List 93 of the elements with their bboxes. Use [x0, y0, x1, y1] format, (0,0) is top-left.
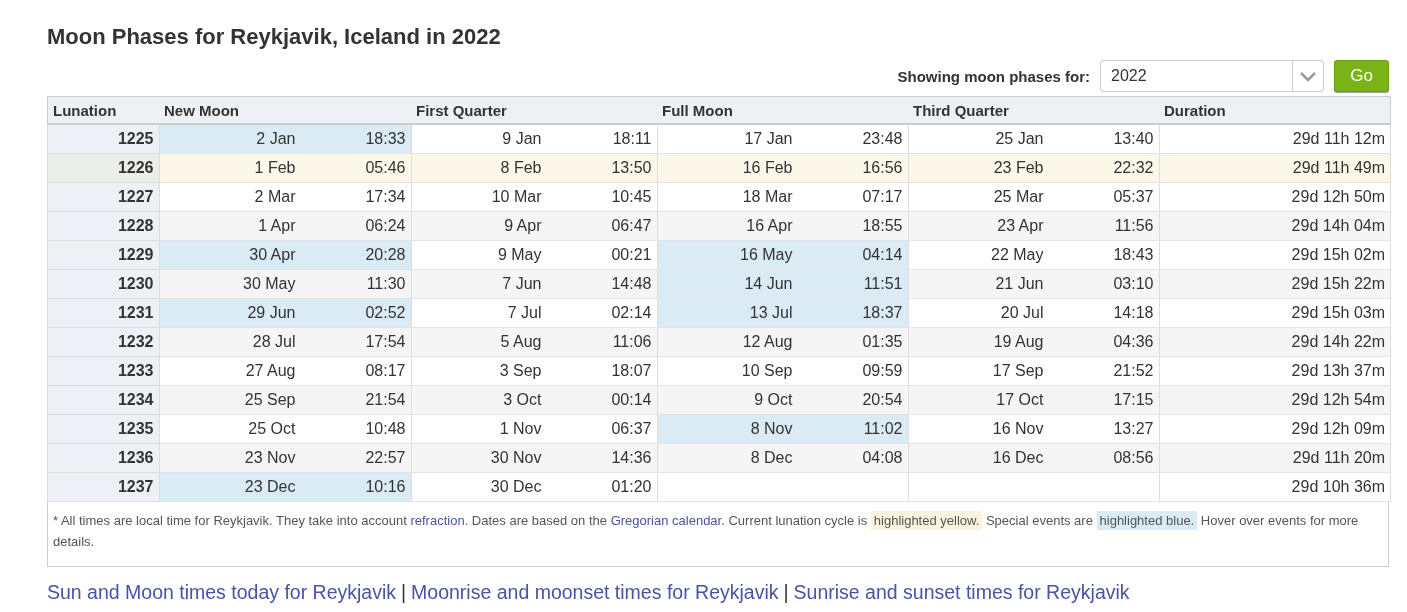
phase-cell: 5 Aug 11:06: [411, 327, 657, 357]
selector-label: Showing moon phases for:: [897, 67, 1090, 85]
phase-cell: 27 Aug 08:17: [159, 356, 411, 386]
phase-cell: 30 Dec 01:20: [411, 472, 657, 502]
column-header: Full Moon: [657, 96, 908, 124]
phase-cell: 1 Apr 06:24: [159, 211, 411, 241]
phase-cell: 16 Apr 18:55: [657, 211, 908, 241]
column-header: Third Quarter: [908, 96, 1159, 124]
phase-cell: 2 Jan 18:33: [159, 124, 411, 154]
phase-cell: 25 Sep 21:54: [159, 385, 411, 415]
phase-cell: 16 Dec 08:56: [908, 443, 1159, 473]
duration-cell: 29d 15h 02m: [1159, 240, 1391, 270]
lunation-cell: 1228: [47, 211, 159, 241]
phase-cell: 18 Mar 07:17: [657, 182, 908, 212]
lunation-cell: 1236: [47, 443, 159, 473]
lunation-cell: 1233: [47, 356, 159, 386]
related-link[interactable]: Moonrise and moonset times for Reykjavik: [411, 581, 779, 604]
phase-cell: 23 Apr 11:56: [908, 211, 1159, 241]
lunation-cell: 1225: [47, 124, 159, 154]
duration-cell: 29d 11h 12m: [1159, 124, 1391, 154]
phase-cell: 22 May 18:43: [908, 240, 1159, 270]
phase-cell: 8 Nov 11:02: [657, 414, 908, 444]
lunation-cell: 1234: [47, 385, 159, 415]
phase-cell: 7 Jun 14:48: [411, 269, 657, 299]
phase-cell: 30 May 11:30: [159, 269, 411, 299]
phase-cell: 1 Nov 06:37: [411, 414, 657, 444]
column-header: Lunation: [47, 96, 159, 124]
phase-cell: 23 Dec 10:16: [159, 472, 411, 502]
duration-cell: 29d 10h 36m: [1159, 472, 1391, 502]
duration-cell: 29d 12h 50m: [1159, 182, 1391, 212]
phase-cell: 9 Oct 20:54: [657, 385, 908, 415]
phase-cell: 12 Aug 01:35: [657, 327, 908, 357]
phase-cell: 25 Oct 10:48: [159, 414, 411, 444]
duration-cell: 29d 12h 09m: [1159, 414, 1391, 444]
footnote: * All times are local time for Reykjavik. They take into account refraction. Dates are based on the Gregorian calendar. Current lunation cycle is highlighted yellow. Special events are highlighted blue. Hover over events for more details.: [47, 502, 1389, 567]
column-header: First Quarter: [411, 96, 657, 124]
phase-cell: 17 Oct 17:15: [908, 385, 1159, 415]
phase-cell: 8 Dec 04:08: [657, 443, 908, 473]
phase-cell: 29 Jun 02:52: [159, 298, 411, 328]
phase-cell: 19 Aug 04:36: [908, 327, 1159, 357]
lunation-cell: 1227: [47, 182, 159, 212]
phase-cell: 21 Jun 03:10: [908, 269, 1159, 299]
column-header: New Moon: [159, 96, 411, 124]
link-separator: |: [783, 581, 789, 604]
phase-cell: 25 Mar 05:37: [908, 182, 1159, 212]
lunation-cell: 1229: [47, 240, 159, 270]
duration-cell: 29d 14h 04m: [1159, 211, 1391, 241]
phase-cell: 10 Sep 09:59: [657, 356, 908, 386]
phase-cell: 16 Feb 16:56: [657, 153, 908, 183]
phase-cell: 13 Jul 18:37: [657, 298, 908, 328]
duration-cell: 29d 14h 22m: [1159, 327, 1391, 357]
related-link[interactable]: Sunrise and sunset times for Reykjavik: [793, 581, 1130, 604]
lunation-cell: 1232: [47, 327, 159, 357]
phase-cell: 2 Mar 17:34: [159, 182, 411, 212]
duration-cell: 29d 13h 37m: [1159, 356, 1391, 386]
footnote-link[interactable]: refraction: [410, 513, 465, 528]
phase-cell: 30 Nov 14:36: [411, 443, 657, 473]
phase-cell: 9 May 00:21: [411, 240, 657, 270]
phase-cell: 7 Jul 02:14: [411, 298, 657, 328]
column-header: Duration: [1159, 96, 1391, 124]
duration-cell: 29d 11h 20m: [1159, 443, 1391, 473]
phase-cell: 23 Nov 22:57: [159, 443, 411, 473]
phase-cell: 3 Sep 18:07: [411, 356, 657, 386]
phase-cell: 10 Mar 10:45: [411, 182, 657, 212]
duration-cell: 29d 12h 54m: [1159, 385, 1391, 415]
duration-cell: 29d 15h 03m: [1159, 298, 1391, 328]
phase-cell: 9 Jan 18:11: [411, 124, 657, 154]
duration-cell: 29d 11h 49m: [1159, 153, 1391, 183]
lunation-cell: 1230: [47, 269, 159, 299]
duration-cell: 29d 15h 22m: [1159, 269, 1391, 299]
phase-cell: 23 Feb 22:32: [908, 153, 1159, 183]
phase-cell: 25 Jan 13:40: [908, 124, 1159, 154]
phase-cell: 30 Apr 20:28: [159, 240, 411, 270]
footnote-link[interactable]: Gregorian calendar: [610, 513, 722, 528]
year-select[interactable]: 2022: [1100, 60, 1324, 92]
phase-cell: 16 Nov 13:27: [908, 414, 1159, 444]
phase-cell: 20 Jul 14:18: [908, 298, 1159, 328]
phase-cell: 3 Oct 00:14: [411, 385, 657, 415]
lunation-cell: 1231: [47, 298, 159, 328]
related-link[interactable]: Sun and Moon times today for Reykjavik: [47, 581, 396, 604]
lunation-cell: 1235: [47, 414, 159, 444]
phase-cell: 17 Sep 21:52: [908, 356, 1159, 386]
phase-cell: 28 Jul 17:54: [159, 327, 411, 357]
phase-cell: 1 Feb 05:46: [159, 153, 411, 183]
phase-cell: 17 Jan 23:48: [657, 124, 908, 154]
lunation-cell: 1237: [47, 472, 159, 502]
lunation-cell: 1226: [47, 153, 159, 183]
page-title: Moon Phases for Reykjavik, Iceland in 2022: [47, 24, 502, 50]
phase-cell: 14 Jun 11:51: [657, 269, 908, 299]
phase-cell: 9 Apr 06:47: [411, 211, 657, 241]
link-separator: |: [401, 581, 407, 604]
phase-cell: 8 Feb 13:50: [411, 153, 657, 183]
phase-cell: 16 May 04:14: [657, 240, 908, 270]
